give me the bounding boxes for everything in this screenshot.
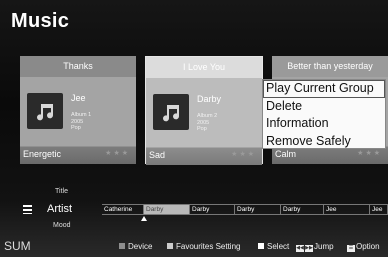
music-card-i-love-you[interactable]: I Love You Darby Album 2 2005 Pop Sad ★★… [145, 56, 263, 165]
artist-chip[interactable]: Darby [281, 205, 324, 214]
red-key-icon [119, 243, 125, 249]
fast-forward-icon: ▶▶ [305, 245, 313, 252]
card-artist: Darby [197, 94, 222, 104]
card-meta: Album 1 2005 Pop [71, 112, 91, 132]
artist-chip[interactable]: Jee [370, 205, 388, 214]
music-card-thanks[interactable]: Thanks Jee Album 1 2005 Pop Energetic ★★… [20, 56, 136, 164]
card-year: 2005 [197, 119, 210, 126]
rating-stars: ★★★ [357, 150, 382, 157]
green-key-icon [167, 243, 173, 249]
bottom-bar: SUM Device Favourites Setting Select ◀◀▶… [0, 235, 388, 257]
card-genre: Pop [197, 126, 207, 133]
card-year: 2005 [71, 118, 84, 125]
menu-item-play-current-group[interactable]: Play Current Group [263, 80, 385, 98]
legend-select[interactable]: Select [258, 242, 289, 251]
card-album: Album 2 [197, 113, 218, 119]
artist-strip: Catherine Darby Darby Darby Darby Jee Je… [102, 204, 388, 215]
legend-jump-label: Jump [314, 242, 334, 251]
card-mood: Sad [149, 150, 166, 160]
source-label: SUM [4, 239, 31, 253]
enter-key-icon [258, 243, 264, 249]
list-icon [23, 205, 32, 214]
artist-chip[interactable]: Jee [324, 205, 370, 214]
artist-chip[interactable]: Darby [190, 205, 235, 214]
card-mood: Energetic [23, 149, 62, 159]
menu-item-information[interactable]: Information [263, 115, 385, 133]
legend-jump[interactable]: ◀◀▶▶Jump [296, 242, 334, 252]
sort-option-mood[interactable]: Mood [53, 222, 71, 229]
music-note-icon [27, 93, 63, 129]
card-album: Album 1 [71, 112, 92, 118]
rewind-icon: ◀◀ [296, 245, 304, 252]
page-title: Music [11, 10, 70, 32]
artist-chip-current[interactable]: Darby [144, 205, 190, 214]
legend-device[interactable]: Device [119, 242, 152, 251]
sort-option-title[interactable]: Title [55, 188, 68, 195]
menu-item-delete[interactable]: Delete [263, 98, 385, 116]
legend-select-label: Select [267, 242, 290, 251]
legend-device-label: Device [128, 242, 153, 251]
artist-chip[interactable]: Darby [235, 205, 281, 214]
rating-stars: ★★★ [105, 150, 130, 157]
rating-stars: ★★★ [231, 151, 256, 158]
card-title: Better than yesterday [272, 56, 388, 77]
card-title: I Love You [146, 57, 262, 78]
artist-chip[interactable]: Catherine [102, 205, 144, 214]
music-screen: Music Thanks Jee Album 1 2005 Pop Energe… [0, 0, 388, 257]
context-menu: Play Current Group Delete Information Re… [262, 79, 386, 149]
legend-favourites-label: Favourites Setting [176, 242, 241, 251]
card-artist: Jee [71, 93, 86, 103]
menu-item-remove-safely[interactable]: Remove Safely [263, 133, 385, 151]
card-meta: Album 2 2005 Pop [197, 113, 217, 133]
position-pointer-icon [141, 216, 147, 221]
legend-option-label: Option [356, 242, 380, 251]
music-note-icon [153, 94, 189, 130]
legend-option[interactable]: ☰ Option [347, 242, 380, 252]
legend-favourites[interactable]: Favourites Setting [167, 242, 240, 251]
card-genre: Pop [71, 125, 81, 132]
card-mood: Calm [275, 149, 297, 159]
card-title: Thanks [20, 56, 136, 77]
tools-icon: ☰ [347, 245, 355, 252]
sort-current-artist[interactable]: Artist [47, 203, 72, 215]
